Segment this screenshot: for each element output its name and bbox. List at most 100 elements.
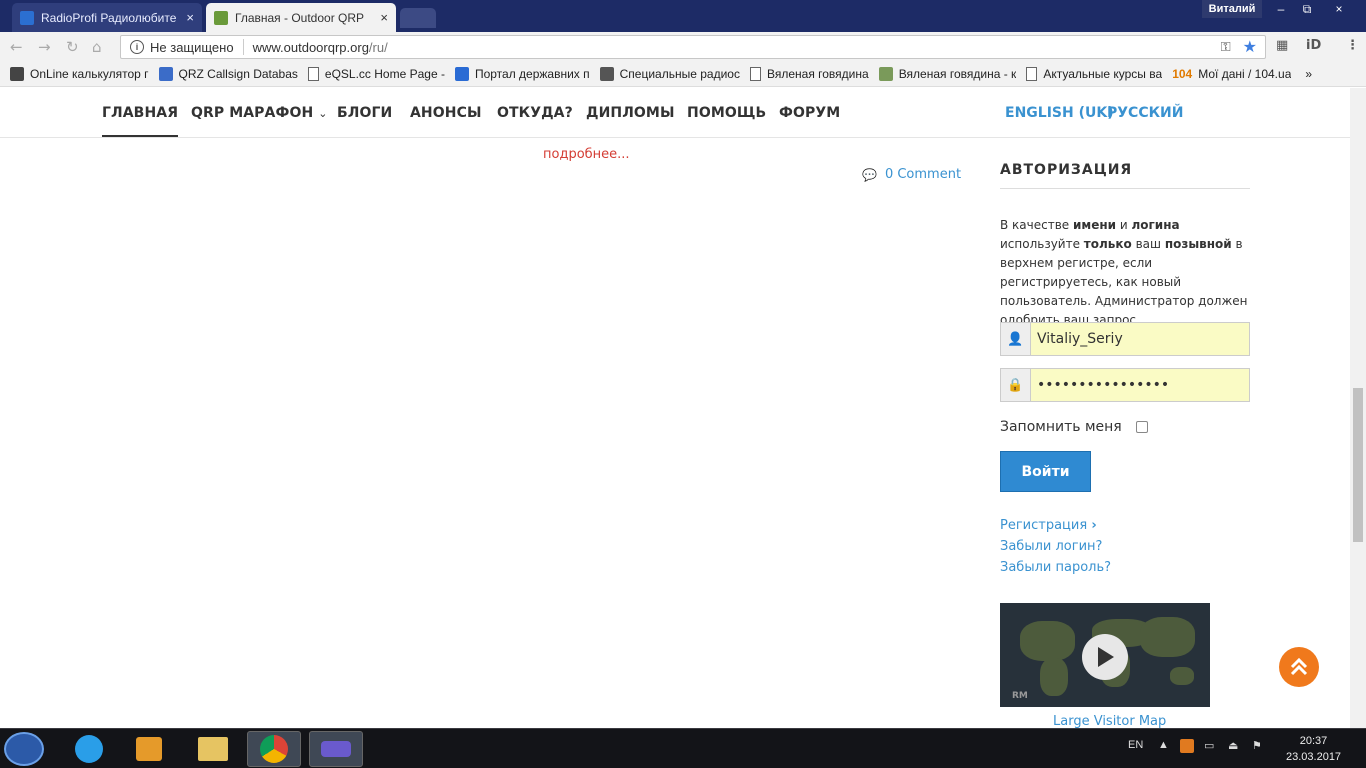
password-input[interactable] xyxy=(1031,369,1249,401)
tab-close-icon[interactable]: × xyxy=(180,10,194,25)
windows-taskbar: EN ▲ ▭ ⏏ ⚑ 20:37 23.03.2017 xyxy=(0,728,1366,768)
key-icon[interactable]: ⚿ xyxy=(1221,39,1231,55)
tray-app-icon[interactable] xyxy=(1180,739,1194,753)
comment-link[interactable]: 💬 0 Comment xyxy=(862,167,961,182)
tab-title: RadioProfi Радиолюбите xyxy=(41,10,177,25)
page-icon xyxy=(749,67,761,81)
bookmark-item[interactable]: Специальные радиос xyxy=(599,67,740,81)
chevron-down-icon: ⌄ xyxy=(318,107,328,120)
new-tab-button[interactable] xyxy=(400,8,436,28)
bookmark-item[interactable]: 104 Мої дані / 104.ua xyxy=(1172,67,1291,81)
address-bar[interactable]: i Не защищено www.outdoorqrp.org/ru/ ⚿ ★ xyxy=(120,35,1266,59)
explorer-app[interactable] xyxy=(186,731,240,767)
profile-button[interactable]: Виталий xyxy=(1202,0,1262,18)
lang-russian[interactable]: РУССКИЙ xyxy=(1107,105,1183,121)
minimize-button[interactable]: – xyxy=(1268,0,1294,18)
clock-time: 20:37 xyxy=(1299,735,1328,747)
auth-info: В качестве имени и логина используйте то… xyxy=(1000,218,1248,327)
tab-outdoorqrp[interactable]: Главная - Outdoor QRP × xyxy=(206,3,396,32)
bookmark-item[interactable]: Вяленая говядина xyxy=(749,67,869,81)
forgot-login-link[interactable]: Забыли логин? xyxy=(1000,539,1102,554)
show-hidden-icons[interactable]: ▲ xyxy=(1158,739,1169,751)
bookmark-item[interactable]: eQSL.cc Home Page - xyxy=(307,67,445,81)
username-input[interactable] xyxy=(1031,323,1249,355)
extension-icon[interactable]: ▦ xyxy=(1276,38,1288,53)
page-scrollbar[interactable] xyxy=(1350,88,1366,728)
play-icon[interactable] xyxy=(1082,634,1128,680)
remote-app-icon xyxy=(321,741,351,757)
site-navigation: ГЛАВНАЯ QRP МАРАФОН ⌄ БЛОГИ АНОНСЫ ОТКУД… xyxy=(0,88,1350,138)
tab-title: Главная - Outdoor QRP xyxy=(235,10,365,25)
lock-icon: 🔒 xyxy=(1001,369,1031,401)
folder-icon xyxy=(198,737,228,761)
skype-icon xyxy=(75,735,103,763)
bookmark-item[interactable]: QRZ Callsign Databas xyxy=(158,67,298,81)
reload-icon[interactable]: ↻ xyxy=(66,38,79,56)
back-arrow-icon[interactable]: ← xyxy=(10,38,23,56)
remote-app[interactable] xyxy=(309,731,363,767)
bookmark-item[interactable]: Портал державних п xyxy=(454,67,590,81)
nav-home[interactable]: ГЛАВНАЯ xyxy=(102,105,179,137)
network-icon[interactable]: ▭ xyxy=(1204,739,1214,752)
forward-arrow-icon[interactable]: → xyxy=(38,38,51,56)
scroll-to-top-button[interactable] xyxy=(1279,647,1319,687)
visitor-map-thumbnail[interactable]: RM xyxy=(1000,603,1210,707)
tab-close-icon[interactable]: × xyxy=(374,10,388,25)
extension-id-icon[interactable]: iD xyxy=(1306,38,1321,53)
scrollbar-thumb[interactable] xyxy=(1353,388,1363,542)
large-visitor-map-link[interactable]: Large Visitor Map xyxy=(1053,714,1166,729)
double-chevron-up-icon xyxy=(1290,657,1308,676)
bookmarks-more-button[interactable]: » xyxy=(1305,67,1312,81)
security-label: Не защищено xyxy=(150,39,234,55)
close-window-button[interactable]: × xyxy=(1326,0,1352,18)
chrome-app[interactable] xyxy=(247,731,301,767)
map-logo: RM xyxy=(1012,691,1028,701)
chrome-icon xyxy=(260,735,288,763)
password-field[interactable]: 🔒 xyxy=(1000,368,1250,402)
bookmark-item[interactable]: Актуальные курсы ва xyxy=(1026,67,1162,81)
tab-strip: RadioProfi Радиолюбите × Главная - Outdo… xyxy=(0,0,1366,32)
page-icon xyxy=(307,67,319,81)
clock[interactable]: 20:37 23.03.2017 xyxy=(1286,733,1341,765)
input-language[interactable]: EN xyxy=(1128,739,1143,751)
remember-me[interactable]: Запомнить меня xyxy=(1000,419,1148,435)
forgot-password-link[interactable]: Забыли пароль? xyxy=(1000,560,1111,575)
continent xyxy=(1020,621,1075,661)
radioprofi-favicon-icon xyxy=(20,10,34,25)
menu-icon[interactable]: ⋮ xyxy=(1346,38,1359,53)
bookmark-item[interactable]: Вяленая говядина - к xyxy=(878,67,1016,81)
nav-diplomas[interactable]: ДИПЛОМЫ xyxy=(586,105,675,121)
media-player-icon xyxy=(136,737,162,761)
skype-app[interactable] xyxy=(62,731,116,767)
username-field[interactable]: 👤 xyxy=(1000,322,1250,356)
login-button[interactable]: Войти xyxy=(1000,451,1091,492)
chevron-right-icon: › xyxy=(1091,518,1097,533)
home-icon[interactable]: ⌂ xyxy=(92,38,102,56)
nav-help[interactable]: ПОМОЩЬ xyxy=(687,105,766,121)
info-icon[interactable]: i xyxy=(130,40,144,54)
nav-blogs[interactable]: БЛОГИ xyxy=(337,105,392,121)
bookmark-star-icon[interactable]: ★ xyxy=(1243,37,1257,57)
url-path: /ru/ xyxy=(368,39,388,55)
media-player-app[interactable] xyxy=(122,731,176,767)
register-link[interactable]: Регистрация › xyxy=(1000,518,1097,533)
auth-heading: АВТОРИЗАЦИЯ xyxy=(1000,162,1250,189)
tab-radioprofi[interactable]: RadioProfi Радиолюбите × xyxy=(12,3,202,32)
nav-announcements[interactable]: АНОНСЫ xyxy=(410,105,482,121)
url-host: www.outdoorqrp.org xyxy=(252,39,369,55)
nav-forum[interactable]: ФОРУМ xyxy=(779,105,840,121)
restore-button[interactable]: ⧉ xyxy=(1294,0,1320,18)
read-more-link[interactable]: подробнее... xyxy=(543,147,630,162)
nav-qrp-marathon[interactable]: QRP МАРАФОН ⌄ xyxy=(191,105,328,121)
radio-icon xyxy=(599,67,614,81)
nav-where-from[interactable]: ОТКУДА? xyxy=(497,105,573,121)
usb-icon[interactable]: ⏏ xyxy=(1228,739,1238,752)
start-button[interactable] xyxy=(4,732,44,766)
comment-icon: 💬 xyxy=(862,167,877,182)
remember-checkbox[interactable] xyxy=(1135,421,1148,433)
bookmark-item[interactable]: OnLine калькулятор г xyxy=(10,67,149,81)
lang-english[interactable]: ENGLISH (UK) xyxy=(1005,105,1114,121)
continent xyxy=(1140,617,1195,657)
flag-icon[interactable]: ⚑ xyxy=(1252,739,1262,752)
browser-window: RadioProfi Радиолюбите × Главная - Outdo… xyxy=(0,0,1366,768)
